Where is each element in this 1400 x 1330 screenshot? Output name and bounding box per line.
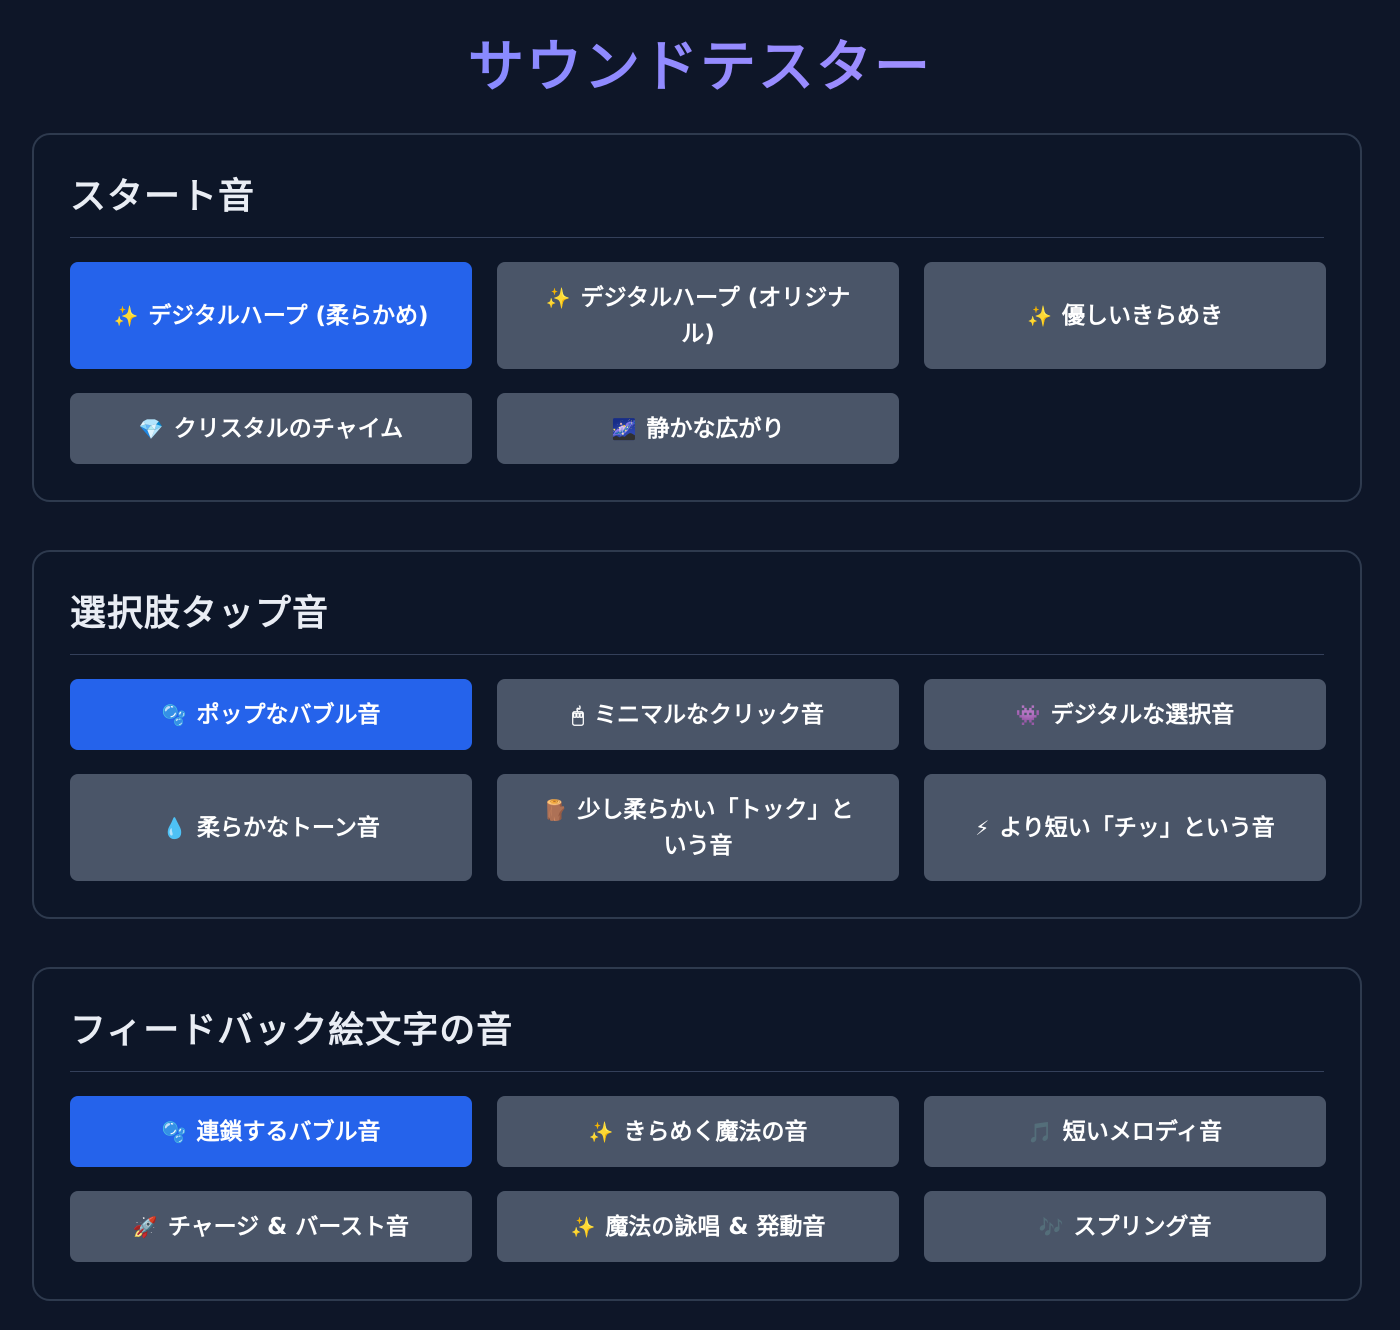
button-label: 連鎖するバブル音 [196,1118,381,1145]
space-invader-icon: 👾 [1015,702,1041,727]
gem-icon: 💎 [138,416,164,441]
sound-button-magic-chant[interactable]: ✨ 魔法の詠唱 & 発動音 [497,1191,899,1262]
sound-button-pop-bubble[interactable]: 🫧 ポップなバブル音 [70,679,472,750]
bubbles-icon: 🫧 [161,1119,187,1144]
button-label: きらめく魔法の音 [623,1118,808,1145]
sound-button-grid: ✨ デジタルハープ (柔らかめ) ✨ デジタルハープ (オリジナル) ✨ 優しいきらめ… [70,262,1326,464]
bubbles-icon: 🫧 [161,702,187,727]
sound-button-digital-select[interactable]: 👾 デジタルな選択音 [924,679,1326,750]
sound-button-gentle-sparkle[interactable]: ✨ 優しいきらめき [924,262,1326,369]
section-divider [70,237,1324,238]
sparkles-icon: ✨ [588,1119,614,1144]
music-note-icon: 🎵 [1027,1119,1053,1144]
sound-button-digital-harp-soft[interactable]: ✨ デジタルハープ (柔らかめ) [70,262,472,369]
button-label: 魔法の詠唱 & 発動音 [605,1213,826,1240]
button-label: デジタルハープ (オリジナル) [580,284,851,347]
droplet-icon: 💧 [162,815,188,840]
sound-button-chain-bubble[interactable]: 🫧 連鎖するバブル音 [70,1096,472,1167]
button-label: チャージ & バースト音 [167,1213,410,1240]
sound-button-soft-tock[interactable]: 🪵 少し柔らかい「トック」という音 [497,774,899,881]
mouse-icon: 🖱 [572,702,584,727]
sparkles-icon: ✨ [545,285,571,310]
section-title: 選択肢タップ音 [70,593,330,634]
sound-button-digital-harp-original[interactable]: ✨ デジタルハープ (オリジナル) [497,262,899,369]
button-label: 静かな広がり [646,415,785,442]
page-title: サウンドテスター [0,30,1400,106]
section-divider [70,654,1324,655]
section-title: スタート音 [70,176,256,217]
lightning-icon: ⚡ [975,815,990,840]
sound-button-crystal-chime[interactable]: 💎 クリスタルのチャイム [70,393,472,464]
sound-button-short-melody[interactable]: 🎵 短いメロディ音 [924,1096,1326,1167]
section-tap-sounds: 選択肢タップ音 🫧 ポップなバブル音 🖱 ミニマルなクリック音 👾 デジタルな選択音 … [32,550,1362,919]
sound-button-spring[interactable]: 🎶 スプリング音 [924,1191,1326,1262]
sound-button-minimal-click[interactable]: 🖱 ミニマルなクリック音 [497,679,899,750]
milky-way-icon: 🌌 [611,416,637,441]
sound-button-grid: 🫧 連鎖するバブル音 ✨ きらめく魔法の音 🎵 短いメロディ音 🚀 チャージ & バース… [70,1096,1326,1262]
section-start-sounds: スタート音 ✨ デジタルハープ (柔らかめ) ✨ デジタルハープ (オリジナル) ✨… [32,133,1362,502]
button-label: 少し柔らかい「トック」という音 [577,796,854,859]
sound-button-sparkle-magic[interactable]: ✨ きらめく魔法の音 [497,1096,899,1167]
button-label: デジタルな選択音 [1050,701,1235,728]
sparkles-icon: ✨ [570,1214,596,1239]
wood-icon: 🪵 [542,797,568,822]
sound-button-charge-burst[interactable]: 🚀 チャージ & バースト音 [70,1191,472,1262]
button-label: ポップなバブル音 [196,701,381,728]
section-title: フィードバック絵文字の音 [70,1010,514,1051]
button-label: より短い「チッ」という音 [999,814,1275,841]
button-label: デジタルハープ (柔らかめ) [148,302,429,329]
music-notes-icon: 🎶 [1038,1214,1064,1239]
button-label: 柔らかなトーン音 [197,814,380,841]
sound-button-soft-tone[interactable]: 💧 柔らかなトーン音 [70,774,472,881]
sound-button-short-tick[interactable]: ⚡ より短い「チッ」という音 [924,774,1326,881]
rocket-icon: 🚀 [132,1214,158,1239]
button-label: クリスタルのチャイム [173,415,404,442]
sound-button-grid: 🫧 ポップなバブル音 🖱 ミニマルなクリック音 👾 デジタルな選択音 💧 柔らかなトーン… [70,679,1326,881]
section-feedback-sounds: フィードバック絵文字の音 🫧 連鎖するバブル音 ✨ きらめく魔法の音 🎵 短いメロディ… [32,967,1362,1301]
sparkles-icon: ✨ [113,303,139,328]
button-label: 短いメロディ音 [1062,1118,1223,1145]
section-divider [70,1071,1324,1072]
sparkles-icon: ✨ [1027,303,1052,328]
button-label: スプリング音 [1073,1213,1212,1240]
button-label: ミニマルなクリック音 [594,701,824,728]
button-label: 優しいきらめき [1061,302,1223,329]
sound-button-quiet-expanse[interactable]: 🌌 静かな広がり [497,393,899,464]
